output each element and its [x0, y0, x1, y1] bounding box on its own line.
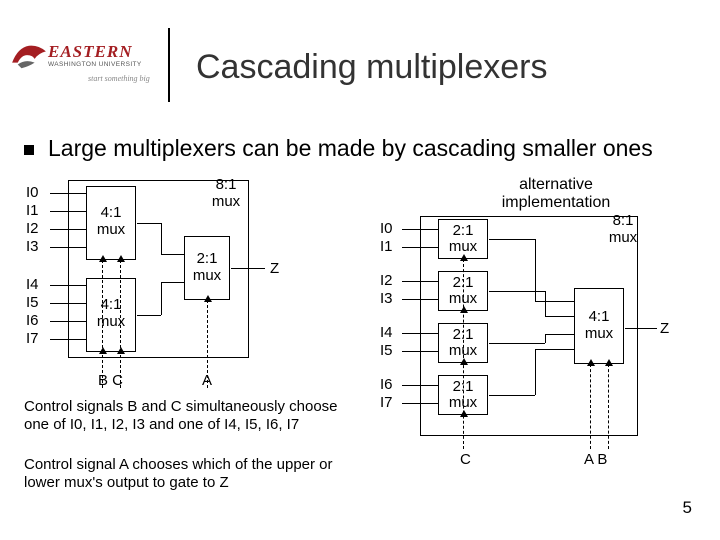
- mux4-bottom: 4:1 mux: [86, 278, 136, 352]
- mux4-right: 4:1 mux: [574, 288, 624, 364]
- mux2-left: 2:1 mux: [184, 236, 230, 300]
- logo-subtitle: WASHINGTON UNIVERSITY: [48, 61, 142, 68]
- select-c: C: [460, 451, 471, 468]
- page-number: 5: [683, 498, 692, 518]
- alternative-label: alternative implementation: [466, 176, 646, 211]
- bullet-icon: [24, 145, 34, 155]
- mux8-label-right: 8:1 mux: [598, 213, 648, 246]
- title-separator: [168, 28, 170, 102]
- eagle-icon: [10, 42, 48, 72]
- select-bc: B C: [98, 372, 123, 389]
- select-ab: A B: [584, 451, 607, 468]
- note-a: Control signal A chooses which of the up…: [24, 456, 344, 492]
- diagram-right: 8:1 mux I0 I1 I2 I3 I4 I5 I6 I7 2:1 mux …: [380, 216, 700, 476]
- output-z-left: Z: [270, 260, 279, 277]
- mux2-r0: 2:1 mux: [438, 219, 488, 259]
- output-z-right: Z: [660, 320, 669, 337]
- slide-title: Cascading multiplexers: [196, 48, 548, 87]
- logo-wordmark: EASTERN: [48, 42, 132, 62]
- main-bullet: Large multiplexers can be made by cascad…: [24, 135, 706, 162]
- select-a: A: [202, 372, 212, 389]
- logo-tagline: start something big: [88, 74, 150, 83]
- mux4-top: 4:1 mux: [86, 186, 136, 260]
- mux8-label-left: 8:1 mux: [201, 177, 251, 210]
- bullet-text: Large multiplexers can be made by cascad…: [48, 135, 653, 161]
- university-logo: EASTERN WASHINGTON UNIVERSITY start some…: [10, 42, 160, 98]
- note-bc: Control signals B and C simultaneously c…: [24, 398, 364, 434]
- diagram-left: 8:1 mux I0 I1 I2 I3 I4 I5 I6 I7 4:1 mux …: [26, 180, 326, 410]
